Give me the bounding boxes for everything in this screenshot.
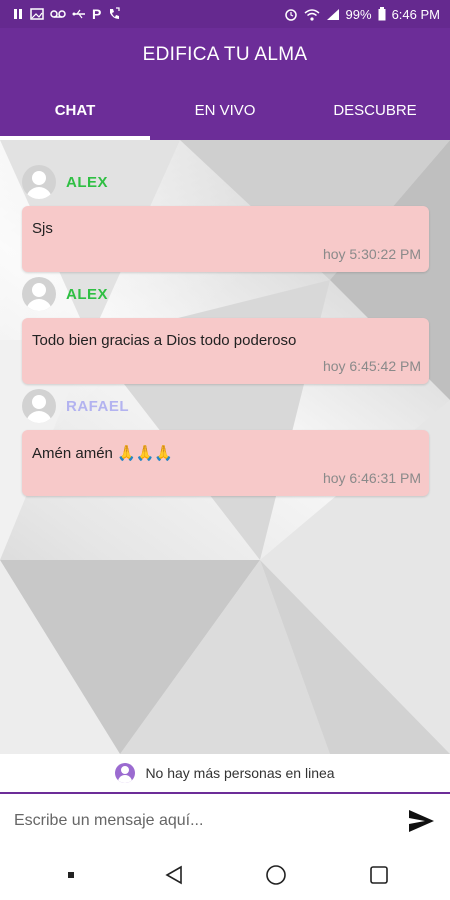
online-status-text: No hay más personas en linea [145,765,335,781]
status-left-icons: P [12,7,121,21]
person-icon [115,763,136,783]
app-title: EDIFICA TU ALMA [142,44,308,65]
battery-icon [378,7,386,21]
recent-dot-button[interactable] [51,855,91,895]
message-input[interactable] [14,806,384,836]
message-text: Sjs [32,220,53,237]
pause-icon [12,8,24,20]
chat-message: ALEX Sjs hoy 5:30:22 PM [22,164,429,272]
send-icon [409,810,434,832]
message-bubble[interactable]: Todo bien gracias a Dios todo poderoso h… [22,318,429,384]
status-right-icons: 99% 6:46 PM [284,7,440,22]
overview-button[interactable] [359,855,399,895]
back-button[interactable] [154,855,194,895]
dot-icon [68,872,75,878]
app-bar: EDIFICA TU ALMA CHAT EN VIVO DESCUBRE [0,28,450,140]
overview-square-icon [369,866,388,884]
send-button[interactable] [406,806,436,836]
chat-message: RAFAEL Amén amén 🙏🙏🙏 hoy 6:46:31 PM [22,388,429,496]
message-bubble[interactable]: Sjs hoy 5:30:22 PM [22,206,429,272]
voicemail-icon [50,8,66,20]
tab-bar: CHAT EN VIVO DESCUBRE [0,94,450,140]
message-header: ALEX [22,276,429,312]
tab-en-vivo[interactable]: EN VIVO [150,94,300,140]
composer-divider [0,792,450,794]
image-icon [30,8,44,20]
p-app-icon: P [92,6,102,22]
message-author: ALEX [66,173,109,191]
online-status-bar: No hay más personas en linea [0,754,450,792]
avatar[interactable] [22,277,56,311]
message-bubble[interactable]: Amén amén 🙏🙏🙏 hoy 6:46:31 PM [22,430,429,496]
usb-icon [72,8,86,20]
chat-area[interactable]: ALEX Sjs hoy 5:30:22 PM ALEX Todo bien g… [0,140,450,754]
avatar[interactable] [22,389,56,423]
system-nav-bar [0,850,450,900]
home-circle-icon [266,865,287,885]
phone-forward-icon [107,7,121,21]
signal-icon [326,8,340,21]
status-bar: P 99% 6:46 PM [0,0,450,28]
battery-percent: 99% [345,6,372,22]
message-composer [0,792,450,850]
tab-descubre[interactable]: DESCUBRE [300,94,450,140]
clock-time: 6:46 PM [391,6,440,22]
message-text: Todo bien gracias a Dios todo poderoso [32,332,297,349]
tab-chat[interactable]: CHAT [0,94,150,140]
message-text: Amén amén 🙏🙏🙏 [32,445,174,462]
message-author: RAFAEL [66,397,129,415]
avatar[interactable] [22,165,56,199]
message-time: hoy 5:30:22 PM [322,246,421,262]
chat-message: ALEX Todo bien gracias a Dios todo poder… [22,276,429,384]
back-triangle-icon [165,865,182,885]
alarm-icon [284,7,298,21]
message-author: ALEX [66,285,109,303]
message-time: hoy 6:45:42 PM [322,358,421,374]
message-time: hoy 6:46:31 PM [322,470,421,486]
home-button[interactable] [256,855,296,895]
message-header: ALEX [22,164,429,200]
message-header: RAFAEL [22,388,429,424]
wifi-icon [304,8,320,21]
